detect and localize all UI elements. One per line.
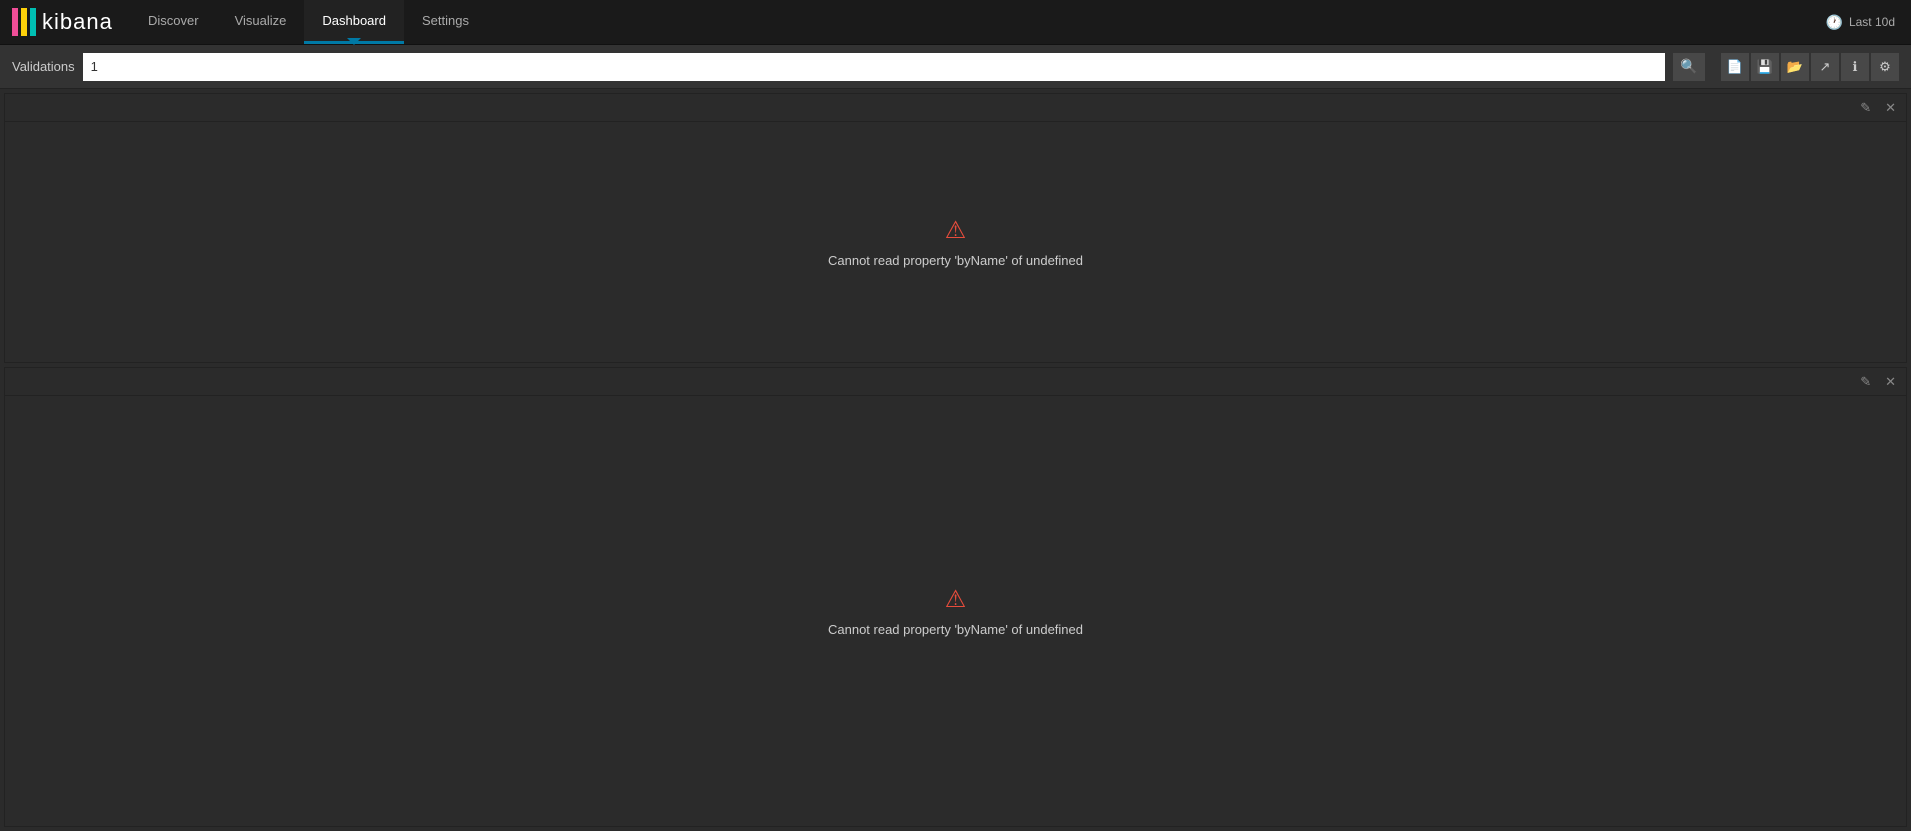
panel-1-close-button[interactable]: ✕ xyxy=(1881,98,1900,118)
open-dashboard-button[interactable]: 📂 xyxy=(1781,53,1809,81)
panel-1-edit-button[interactable]: ✎ xyxy=(1856,98,1875,118)
nav-settings[interactable]: Settings xyxy=(404,0,487,44)
search-icon: 🔍 xyxy=(1680,58,1697,75)
share-dashboard-button[interactable]: ↗ xyxy=(1811,53,1839,81)
new-dashboard-button[interactable]: 📄 xyxy=(1721,53,1749,81)
nav-visualize[interactable]: Visualize xyxy=(217,0,305,44)
panel-1-content: ⚠ Cannot read property 'byName' of undef… xyxy=(5,122,1906,362)
panel-2-content: ⚠ Cannot read property 'byName' of undef… xyxy=(5,396,1906,826)
toolbar-icons: 📄 💾 📂 ↗ ℹ ⚙ xyxy=(1721,53,1899,81)
search-input[interactable] xyxy=(83,53,1665,81)
clock-icon: 🕐 xyxy=(1826,14,1843,31)
open-icon: 📂 xyxy=(1787,59,1803,75)
gear-icon: ⚙ xyxy=(1879,59,1891,75)
panel-1-toolbar: ✎ ✕ xyxy=(5,94,1906,122)
panel-1: ✎ ✕ ⚠ Cannot read property 'byName' of u… xyxy=(4,93,1907,363)
settings-button[interactable]: ⚙ xyxy=(1871,53,1899,81)
logo-text: kibana xyxy=(42,9,113,35)
save-icon: 💾 xyxy=(1757,59,1773,75)
logo-bar-yellow xyxy=(21,8,27,36)
panel-2: ✎ ✕ ⚠ Cannot read property 'byName' of u… xyxy=(4,367,1907,827)
search-bar: Validations 🔍 📄 💾 📂 ↗ ℹ ⚙ xyxy=(0,45,1911,89)
logo-bar-teal xyxy=(30,8,36,36)
nav-links: Discover Visualize Dashboard Settings xyxy=(130,0,487,44)
panels-container: ✎ ✕ ⚠ Cannot read property 'byName' of u… xyxy=(0,93,1911,827)
info-icon: ℹ xyxy=(1853,59,1858,75)
nav-dashboard[interactable]: Dashboard xyxy=(304,0,404,44)
panel-1-error-icon: ⚠ xyxy=(945,216,967,245)
panel-2-edit-button[interactable]: ✎ xyxy=(1856,372,1875,392)
logo-bars xyxy=(12,8,36,36)
share-icon: ↗ xyxy=(1820,59,1831,75)
nav-right: 🕐 Last 10d xyxy=(1826,0,1911,44)
panel-2-close-button[interactable]: ✕ xyxy=(1881,372,1900,392)
panel-2-error-icon: ⚠ xyxy=(945,585,967,614)
new-icon: 📄 xyxy=(1727,59,1743,75)
save-dashboard-button[interactable]: 💾 xyxy=(1751,53,1779,81)
panel-2-error-text: Cannot read property 'byName' of undefin… xyxy=(828,622,1083,637)
info-button[interactable]: ℹ xyxy=(1841,53,1869,81)
time-label[interactable]: Last 10d xyxy=(1849,15,1895,29)
panel-1-error-text: Cannot read property 'byName' of undefin… xyxy=(828,253,1083,268)
top-nav: kibana Discover Visualize Dashboard Sett… xyxy=(0,0,1911,45)
logo: kibana xyxy=(0,0,130,44)
search-button[interactable]: 🔍 xyxy=(1673,53,1705,81)
nav-discover[interactable]: Discover xyxy=(130,0,217,44)
logo-bar-pink xyxy=(12,8,18,36)
panel-2-toolbar: ✎ ✕ xyxy=(5,368,1906,396)
dashboard-title: Validations xyxy=(12,59,75,74)
